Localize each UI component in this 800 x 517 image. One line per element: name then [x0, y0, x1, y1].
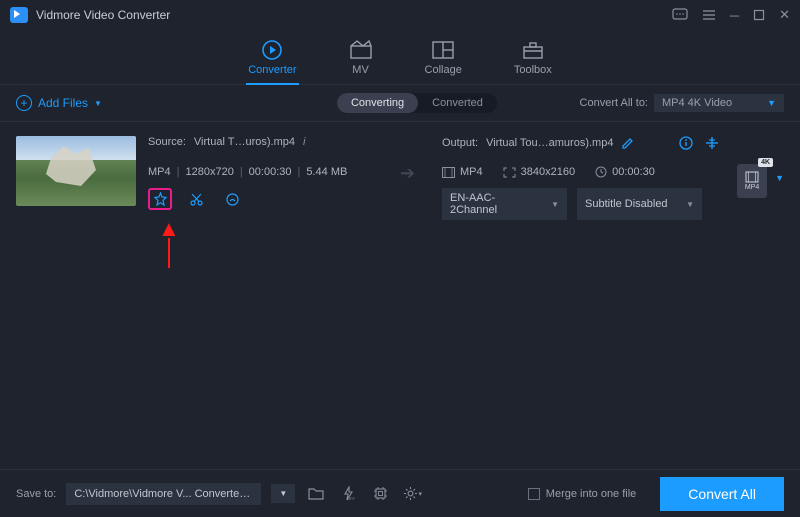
plus-icon: +	[16, 95, 32, 111]
duration-icon	[595, 166, 607, 178]
chevron-down-icon: ▼	[686, 200, 694, 209]
convert-all-to-label: Convert All to:	[580, 97, 648, 109]
video-thumbnail[interactable]	[16, 136, 136, 206]
chevron-down-icon: ▼	[767, 98, 776, 108]
footer-bar: Save to: C:\Vidmore\Vidmore V... Convert…	[0, 469, 800, 517]
chevron-down-icon: ▼	[551, 200, 559, 209]
resolution-icon	[503, 167, 516, 178]
converter-icon	[260, 40, 284, 60]
tab-collage[interactable]: Collage	[423, 36, 464, 84]
output-format-icon: 4K MP4	[737, 164, 767, 198]
merge-checkbox[interactable]: Merge into one file	[528, 488, 637, 500]
svg-text:OFF: OFF	[347, 496, 356, 501]
source-filename: Virtual T…uros).mp4	[194, 136, 295, 148]
settings-icon[interactable]: ▾	[401, 483, 423, 505]
close-icon[interactable]: ✕	[779, 7, 790, 23]
subtitle-select[interactable]: Subtitle Disabled▼	[577, 188, 702, 220]
file-item: Source: Virtual T…uros).mp4 i MP4| 1280x…	[0, 122, 800, 242]
menu-icon[interactable]	[702, 9, 716, 21]
minimize-icon[interactable]: ─	[730, 8, 739, 23]
output-filename: Virtual Tou…amuros).mp4	[486, 137, 613, 149]
info-icon[interactable]: i	[303, 136, 305, 148]
output-format: MP4	[460, 166, 483, 178]
arrow-forward-icon: ➔	[400, 163, 430, 184]
output-format-dropdown[interactable]: ▼	[775, 173, 784, 183]
toolbox-icon	[521, 40, 545, 60]
tab-toolbox[interactable]: Toolbox	[512, 36, 554, 84]
chevron-down-icon: ▼	[94, 99, 102, 108]
video-format-icon	[442, 167, 455, 178]
output-duration: 00:00:30	[612, 166, 655, 178]
main-nav: Converter MV Collage Toolbox	[0, 30, 800, 85]
rename-icon[interactable]	[621, 137, 634, 150]
save-path-field[interactable]: C:\Vidmore\Vidmore V... Converter\Conver…	[66, 483, 261, 505]
open-folder-icon[interactable]	[305, 483, 327, 505]
source-size: 5.44 MB	[306, 166, 347, 178]
source-label: Source:	[148, 136, 186, 148]
tab-converter[interactable]: Converter	[246, 36, 298, 84]
source-resolution: 1280x720	[185, 166, 233, 178]
app-title: Vidmore Video Converter	[36, 8, 170, 22]
save-to-label: Save to:	[16, 488, 56, 500]
edit-effects-button[interactable]	[148, 188, 172, 210]
toggle-converting[interactable]: Converting	[337, 93, 418, 113]
output-resolution: 3840x2160	[521, 166, 575, 178]
checkbox-icon	[528, 488, 540, 500]
maximize-icon[interactable]	[753, 9, 765, 21]
collage-icon	[431, 40, 455, 60]
enhance-button[interactable]	[220, 188, 244, 210]
audio-track-select[interactable]: EN-AAC-2Channel▼	[442, 188, 567, 220]
save-path-dropdown[interactable]: ▼	[271, 484, 295, 503]
convert-all-format-select[interactable]: MP4 4K Video ▼	[654, 94, 784, 112]
tab-mv[interactable]: MV	[347, 36, 375, 84]
feedback-icon[interactable]	[672, 8, 688, 22]
toggle-converted[interactable]: Converted	[418, 93, 497, 113]
sub-toolbar: + Add Files ▼ Converting Converted Conve…	[0, 85, 800, 122]
annotation-arrow-icon: ▲	[158, 220, 180, 268]
app-logo-icon	[10, 7, 28, 23]
mv-icon	[349, 40, 373, 60]
cut-button[interactable]	[184, 188, 208, 210]
add-files-button[interactable]: + Add Files ▼	[16, 95, 102, 111]
hw-accel-icon[interactable]: OFF	[337, 483, 359, 505]
convert-all-button[interactable]: Convert All	[660, 477, 784, 511]
output-label: Output:	[442, 137, 478, 149]
status-toggle: Converting Converted	[337, 93, 497, 113]
source-duration: 00:00:30	[249, 166, 292, 178]
source-format: MP4	[148, 166, 171, 178]
output-info-icon[interactable]	[679, 136, 693, 150]
gpu-icon[interactable]	[369, 483, 391, 505]
compress-icon[interactable]	[705, 136, 719, 150]
title-bar: Vidmore Video Converter ─ ✕	[0, 0, 800, 30]
